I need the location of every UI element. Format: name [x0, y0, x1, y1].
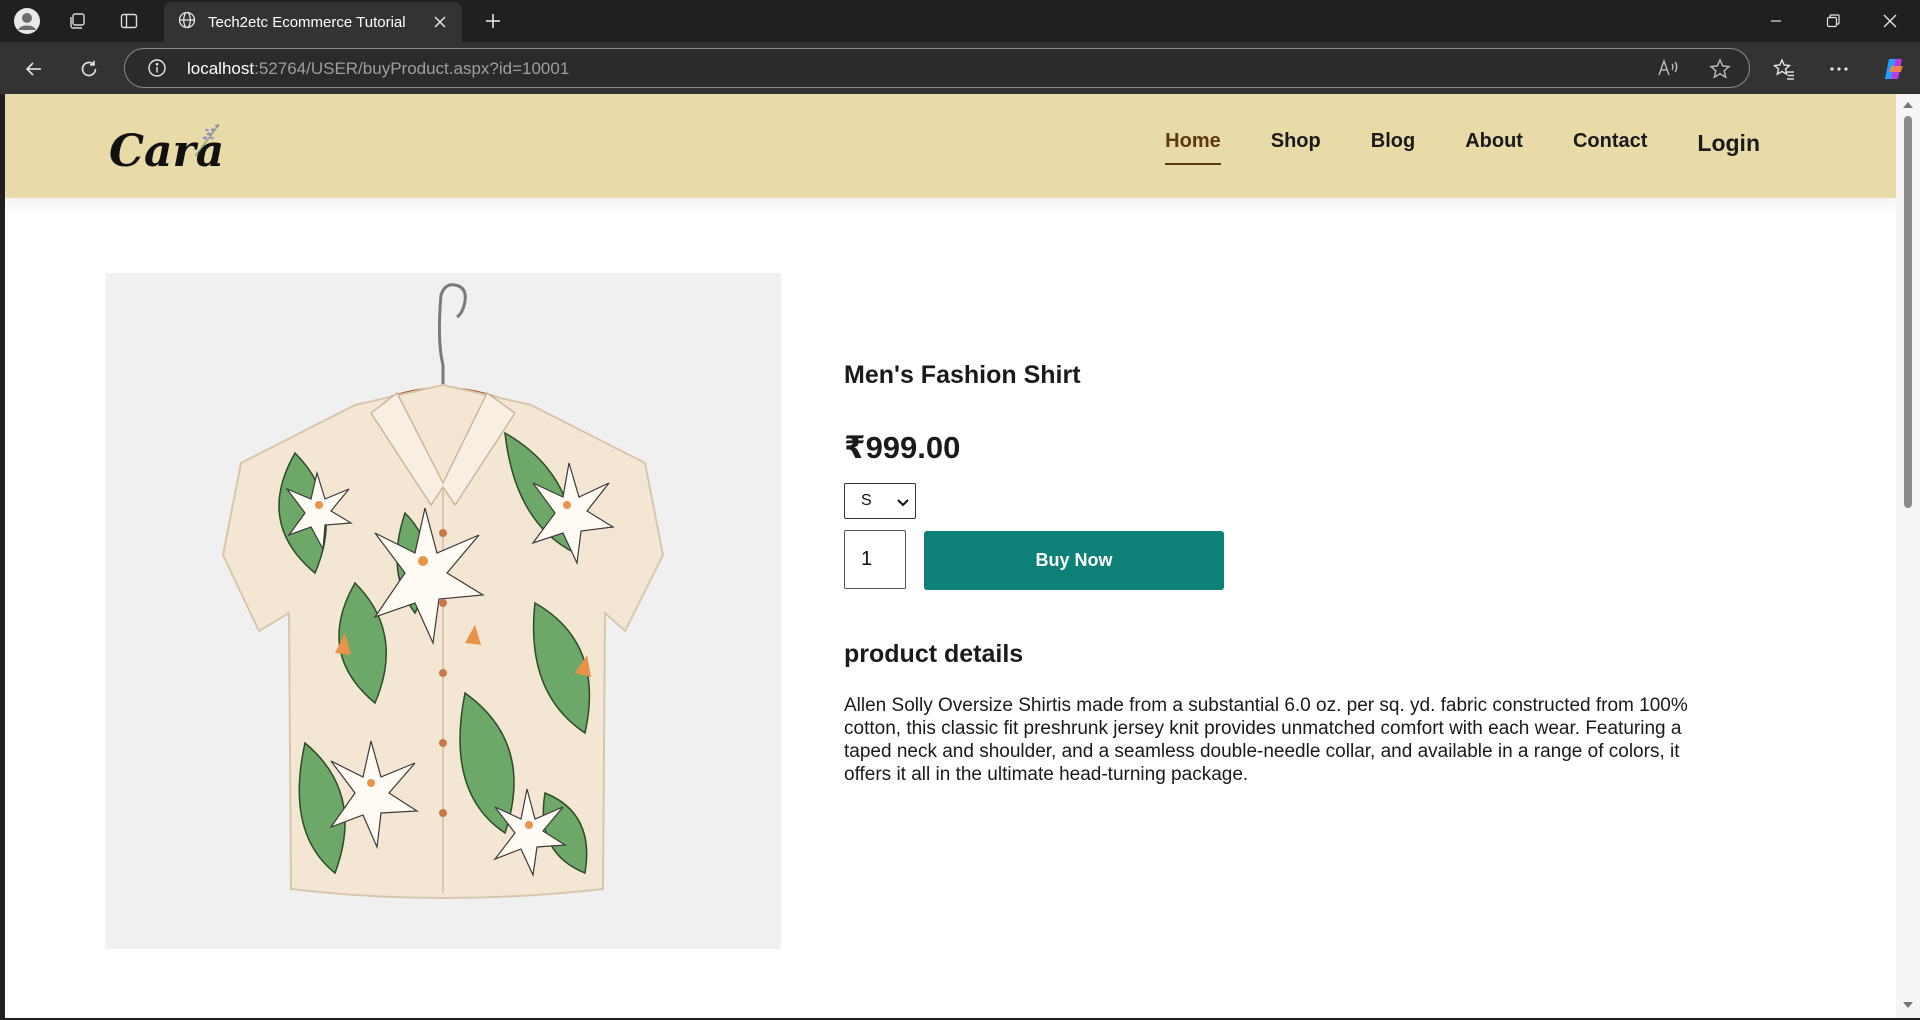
nav-contact[interactable]: Contact — [1573, 130, 1647, 161]
nav-home[interactable]: Home — [1165, 130, 1221, 165]
read-aloud-icon[interactable] — [1657, 58, 1679, 83]
refresh-icon[interactable] — [72, 52, 106, 86]
tab-title: Tech2etc Ecommerce Tutorial — [208, 13, 406, 31]
nav-blog[interactable]: Blog — [1371, 130, 1415, 161]
browser-toolbar: localhost:52764/USER/buyProduct.aspx?id=… — [0, 42, 1920, 94]
main-nav: Home Shop Blog About Contact Login — [1165, 130, 1760, 165]
scrollbar-thumb[interactable] — [1904, 116, 1912, 508]
globe-icon — [178, 11, 196, 34]
tab-close-icon[interactable] — [430, 12, 450, 32]
site-info-icon[interactable] — [147, 58, 167, 83]
scroll-up-arrow-icon[interactable] — [1903, 102, 1913, 108]
browser-tab-active[interactable]: Tech2etc Ecommerce Tutorial — [164, 2, 462, 42]
page-viewport: Cara Home Shop Blog About Contact Login — [5, 94, 1896, 1018]
back-arrow-icon[interactable] — [17, 52, 51, 86]
product-price: ₹999.00 — [844, 430, 961, 465]
favorites-icon[interactable] — [1767, 52, 1801, 86]
restore-icon[interactable] — [1805, 0, 1861, 42]
product-title: Men's Fashion Shirt — [844, 361, 1081, 389]
more-options-icon[interactable] — [1822, 52, 1856, 86]
site-header: Cara Home Shop Blog About Contact Login — [5, 94, 1896, 198]
favorite-star-icon[interactable] — [1709, 58, 1731, 85]
product-image — [105, 273, 781, 949]
new-tab-button[interactable] — [478, 6, 508, 36]
workspaces-icon[interactable] — [62, 6, 92, 36]
details-heading: product details — [844, 640, 1024, 668]
minimize-icon[interactable] — [1748, 0, 1804, 42]
close-window-icon[interactable] — [1862, 0, 1918, 42]
buy-now-button[interactable]: Buy Now — [924, 531, 1224, 590]
size-select[interactable]: S — [844, 483, 916, 519]
tab-actions-icon[interactable] — [114, 6, 144, 36]
details-text: Allen Solly Oversize Shirtis made from a… — [844, 695, 1688, 785]
page-scrollbar[interactable] — [1896, 94, 1920, 1018]
nav-shop[interactable]: Shop — [1271, 130, 1321, 161]
chevron-down-icon — [897, 495, 909, 513]
scroll-down-arrow-icon[interactable] — [1903, 1002, 1913, 1008]
copilot-icon[interactable] — [1877, 52, 1911, 86]
site-logo[interactable]: Cara — [107, 116, 247, 177]
size-select-value: S — [861, 492, 872, 509]
browser-titlebar: Tech2etc Ecommerce Tutorial — [0, 0, 1920, 42]
profile-icon[interactable] — [12, 6, 42, 36]
nav-about[interactable]: About — [1465, 130, 1523, 161]
quantity-input[interactable]: 1 — [844, 530, 906, 589]
nav-login[interactable]: Login — [1697, 130, 1760, 161]
address-bar[interactable]: localhost:52764/USER/buyProduct.aspx?id=… — [124, 48, 1750, 88]
url-text[interactable]: localhost:52764/USER/buyProduct.aspx?id=… — [187, 59, 569, 79]
